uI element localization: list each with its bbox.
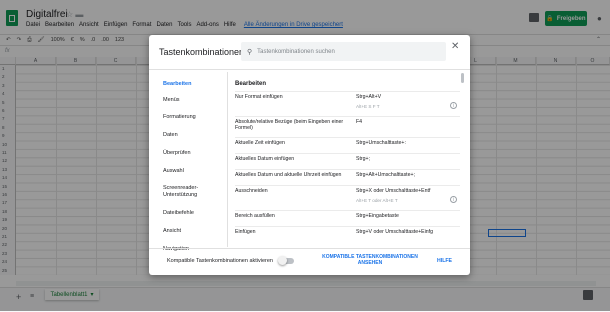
category-item[interactable]: Bearbeiten xyxy=(163,81,223,88)
shortcut-description: Nur Format einfügen xyxy=(235,94,283,100)
shortcut-row-divider xyxy=(235,185,460,186)
shortcut-description: Aktuelle Zeit einfügen xyxy=(235,140,285,146)
compat-toggle-knob[interactable] xyxy=(278,256,287,265)
shortcuts-dialog: Tastenkombinationen ⚲ Tastenkombinatione… xyxy=(149,35,470,275)
shortcut-keys: Strg+V oder Umschalttaste+Einfg xyxy=(356,229,433,235)
shortcut-keys: Strg+Umschalttaste+: xyxy=(356,140,406,146)
shortcut-alt-keys: Alt+E S F T xyxy=(356,104,380,109)
compat-shortcuts-link[interactable]: KOMPATIBLE TASTENKOMBINATIONEN ANSEHEN xyxy=(321,254,419,266)
shortcut-keys: F4 xyxy=(356,119,363,125)
category-divider xyxy=(227,72,228,247)
shortcut-keys: Strg+; xyxy=(356,156,370,162)
shortcut-description: Aktuelles Datum und aktuelle Uhrzeit ein… xyxy=(235,172,342,178)
shortcut-row-divider xyxy=(235,91,460,92)
shortcut-description: Einfügen xyxy=(235,229,256,235)
search-icon: ⚲ xyxy=(247,48,253,56)
category-item[interactable]: Auswahl xyxy=(163,168,223,175)
close-icon[interactable]: ✕ xyxy=(451,41,459,52)
dialog-title: Tastenkombinationen xyxy=(159,47,245,57)
search-placeholder: Tastenkombinationen suchen xyxy=(257,48,335,55)
shortcut-description: Bereich ausfüllen xyxy=(235,213,275,219)
shortcut-keys: Strg+Eingabetaste xyxy=(356,213,399,219)
shortcut-row-divider xyxy=(235,169,460,170)
shortcut-keys: Strg+Alt+V xyxy=(356,94,382,100)
category-item[interactable]: Daten xyxy=(163,132,223,139)
section-title: Bearbeiten xyxy=(235,81,267,87)
shortcut-row-divider xyxy=(235,116,460,117)
compat-toggle-label: Kompatible Tastenkombinationen aktiviere… xyxy=(167,258,273,264)
shortcut-description: Aktuelles Datum einfügen xyxy=(235,156,295,162)
shortcut-row-divider xyxy=(235,137,460,138)
info-icon[interactable]: i xyxy=(450,196,457,203)
category-item[interactable]: Menüs xyxy=(163,97,223,104)
category-item[interactable]: Überprüfen xyxy=(163,150,223,157)
header-divider xyxy=(149,69,470,70)
footer-divider xyxy=(149,248,470,249)
shortcut-description: Absolute/relative Bezüge (beim Eingeben … xyxy=(235,119,344,132)
shortcut-row-divider xyxy=(235,226,460,227)
shortcut-alt-keys: Alt+E T oder Alt+E T xyxy=(356,198,398,203)
shortcut-description: Ausschneiden xyxy=(235,188,268,194)
shortcut-keys: Strg+X oder Umschalttaste+Entf xyxy=(356,188,431,194)
category-item[interactable]: Formatierung xyxy=(163,114,223,121)
shortcut-keys: Strg+Alt+Umschalttaste+; xyxy=(356,172,415,178)
category-item[interactable]: Ansicht xyxy=(163,228,223,235)
dialog-scrollbar[interactable] xyxy=(461,73,464,83)
category-item[interactable]: Dateibefehle xyxy=(163,210,223,217)
info-icon[interactable]: i xyxy=(450,102,457,109)
shortcut-row-divider xyxy=(235,153,460,154)
category-item[interactable]: Screenreader-Unterstützung xyxy=(163,185,223,199)
shortcut-row-divider xyxy=(235,210,460,211)
shortcut-search-input[interactable]: ⚲ Tastenkombinationen suchen xyxy=(241,42,446,61)
help-link[interactable]: HILFE xyxy=(437,258,452,264)
